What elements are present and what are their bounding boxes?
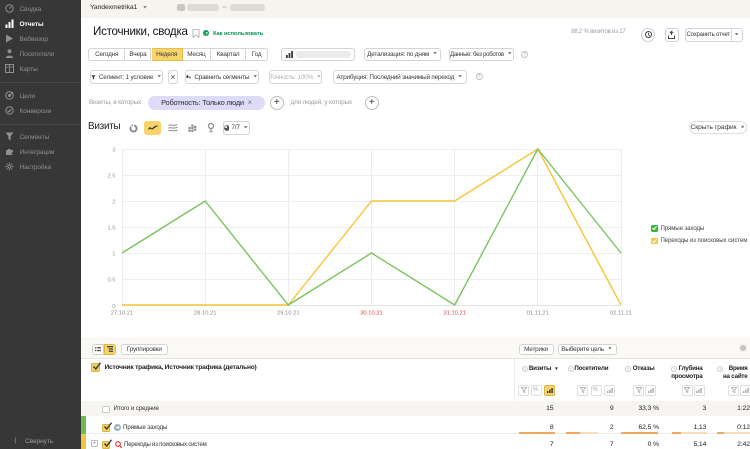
svg-text:28.10.21: 28.10.21 [194,311,217,317]
svg-text:1: 1 [112,252,115,258]
svg-text:29.10.21: 29.10.21 [277,311,300,317]
svg-text:31.10.21: 31.10.21 [443,311,466,317]
svg-text:2.5: 2.5 [107,174,115,180]
svg-text:3: 3 [112,148,115,154]
svg-text:27.10.21: 27.10.21 [111,311,134,317]
svg-text:2: 2 [112,200,115,206]
svg-text:01.11.21: 01.11.21 [527,311,549,317]
svg-text:1.5: 1.5 [107,226,115,232]
svg-text:0: 0 [112,304,115,310]
svg-text:30.10.21: 30.10.21 [360,311,383,317]
svg-text:0.5: 0.5 [107,278,115,284]
svg-text:02.11.21: 02.11.21 [610,311,632,317]
